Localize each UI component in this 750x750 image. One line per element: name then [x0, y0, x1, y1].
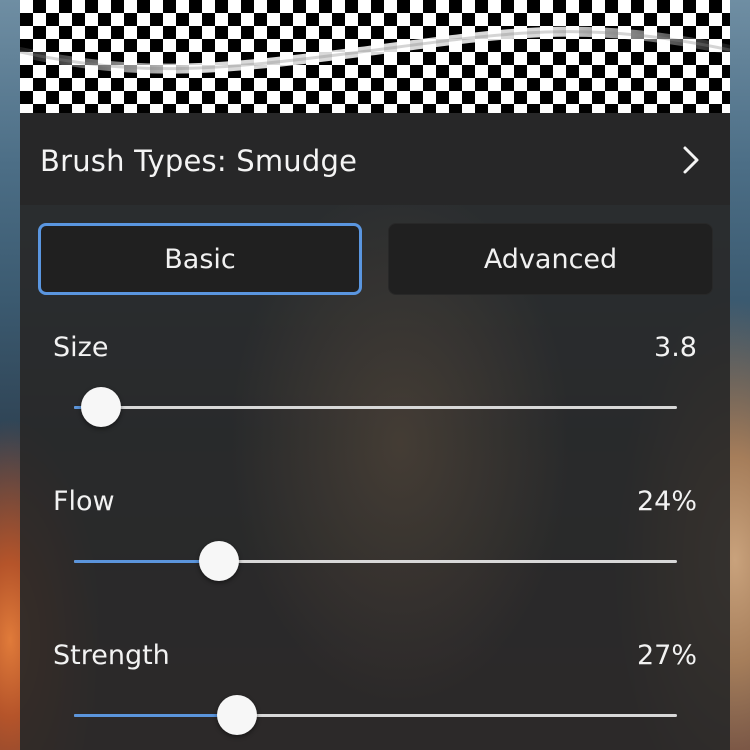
flow-slider[interactable]: [74, 541, 677, 581]
brush-types-row[interactable]: Brush Types: Smudge: [20, 113, 730, 205]
tab-advanced-label: Advanced: [483, 243, 618, 275]
size-slider-thumb[interactable]: [81, 387, 122, 427]
brush-types-title: Brush Types: Smudge: [40, 144, 358, 178]
flow-slider-fill: [74, 560, 219, 563]
strength-slider-thumb[interactable]: [216, 695, 257, 735]
chevron-right-icon[interactable]: [680, 145, 702, 175]
strength-slider-fill: [74, 714, 237, 717]
size-slider[interactable]: [74, 387, 677, 427]
flow-label: Flow: [53, 486, 115, 517]
flow-value: 24%: [636, 486, 697, 517]
brush-settings-panel: Brush Types: Smudge Basic Advanced Size …: [20, 113, 730, 750]
tab-basic[interactable]: Basic: [38, 223, 362, 295]
tab-basic-label: Basic: [164, 243, 236, 275]
strength-slider[interactable]: [74, 695, 677, 735]
strength-label: Strength: [53, 640, 170, 671]
size-label: Size: [53, 332, 109, 363]
brush-stroke-icon: [20, 26, 730, 74]
strength-value: 27%: [636, 640, 697, 671]
tab-advanced[interactable]: Advanced: [388, 223, 713, 295]
flow-slider-thumb[interactable]: [198, 541, 239, 581]
size-value: 3.8: [654, 332, 697, 363]
brush-stroke-preview: [20, 0, 730, 113]
